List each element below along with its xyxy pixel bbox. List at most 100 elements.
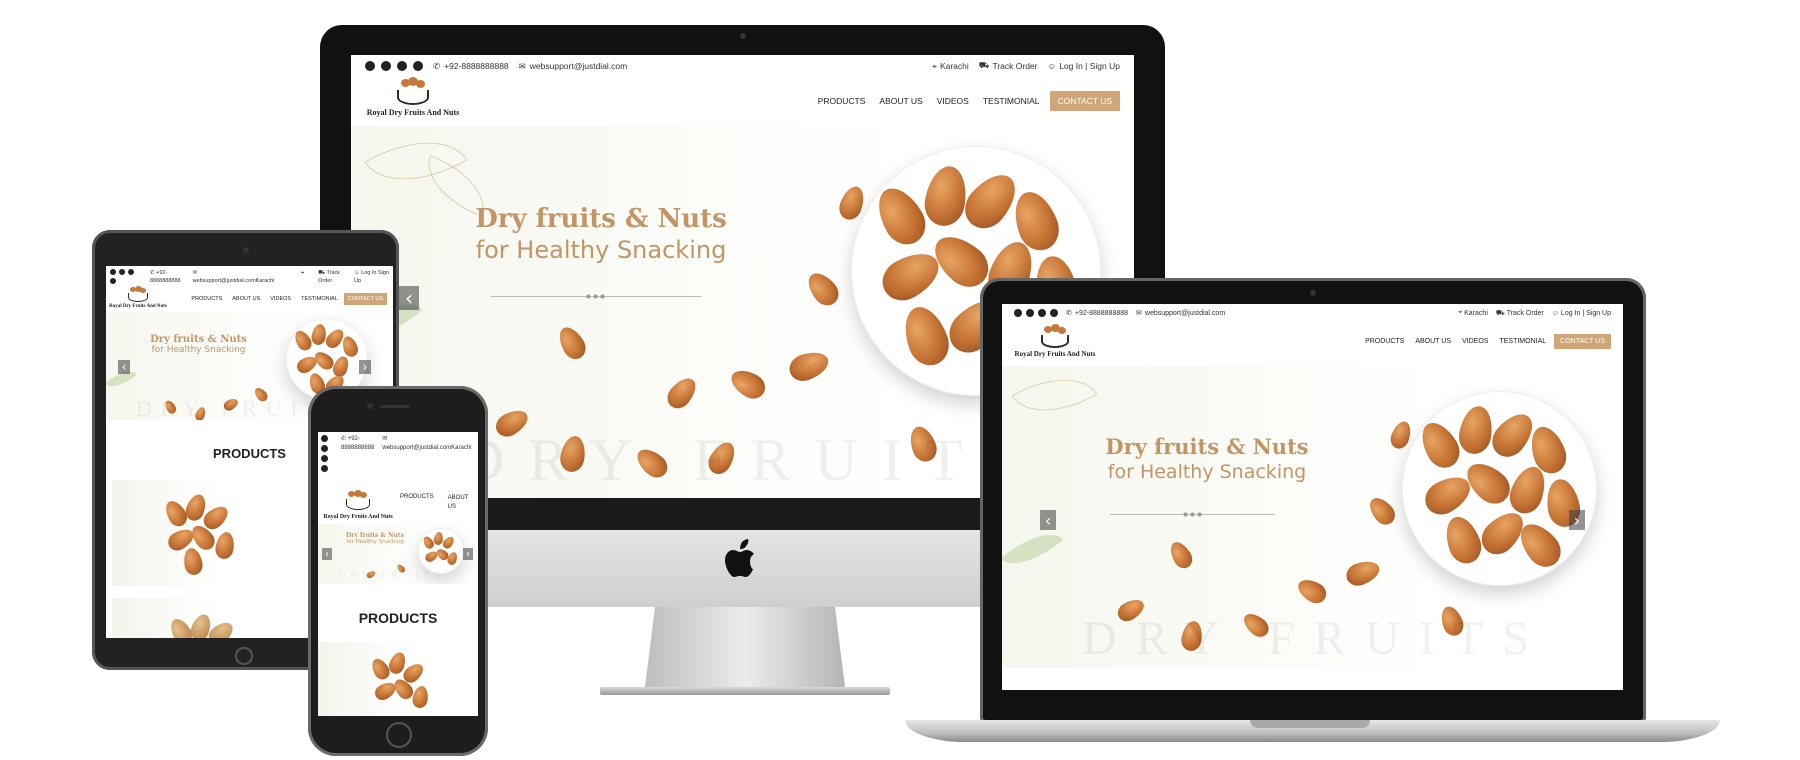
youtube-icon[interactable] bbox=[119, 269, 125, 275]
product-image[interactable] bbox=[112, 480, 287, 586]
almond-decoration bbox=[1294, 574, 1330, 608]
nav-about-us[interactable]: ABOUT US bbox=[448, 494, 469, 512]
truck-icon: ⛟ bbox=[1495, 309, 1505, 317]
nav-products[interactable]: PRODUCTS bbox=[818, 96, 866, 106]
social-icons bbox=[110, 269, 140, 287]
slider-prev-arrow[interactable]: ‹ bbox=[1040, 510, 1056, 530]
user-icon: ☺ bbox=[1551, 309, 1559, 317]
laptop-screen: ✆ +92-8888888888 ✉ websupport@justdial.c… bbox=[1002, 304, 1623, 690]
phone-link[interactable]: ✆ +92- 8888888888 bbox=[150, 269, 181, 285]
track-order-link[interactable]: ⛟ Track Order bbox=[318, 269, 340, 285]
hero-subtitle: for Healthy Snacking bbox=[346, 539, 404, 545]
phone-screen: ✆ +92- 8888888888 ✉ websupport@justdial.… bbox=[318, 432, 478, 716]
hero-subtitle: for Healthy Snacking bbox=[475, 236, 727, 264]
slider-next-arrow[interactable]: › bbox=[359, 360, 371, 374]
contact-us-button[interactable]: CONTACT US bbox=[1554, 334, 1611, 349]
email-link[interactable]: ✉ websupport@justdial.comKarachi bbox=[193, 269, 275, 285]
twitter-icon[interactable] bbox=[110, 278, 116, 284]
top-bar: ✆ +92- 8888888888 ✉ websupport@justdial.… bbox=[106, 266, 393, 286]
truck-icon: ⛟ bbox=[318, 270, 326, 276]
youtube-icon[interactable] bbox=[321, 445, 328, 452]
nav-about-us[interactable]: ABOUT US bbox=[232, 296, 260, 302]
almond-decoration bbox=[785, 346, 833, 386]
hero-subtitle: for Healthy Snacking bbox=[151, 345, 246, 355]
track-text-2: Order bbox=[318, 278, 333, 284]
instagram-icon[interactable] bbox=[128, 269, 134, 275]
social-icons bbox=[365, 61, 433, 71]
almond-decoration bbox=[662, 372, 702, 414]
location-link[interactable]: Karachi bbox=[1464, 310, 1488, 317]
login-text-2: Up bbox=[354, 278, 362, 284]
facebook-icon[interactable] bbox=[1014, 309, 1022, 317]
phone-camera bbox=[367, 403, 373, 409]
instagram-icon[interactable] bbox=[321, 455, 328, 462]
nav-videos[interactable]: VIDEOS bbox=[1462, 338, 1488, 345]
hero-title: Dry fruits & Nuts bbox=[1105, 434, 1309, 459]
user-icon: ☺ bbox=[1047, 61, 1057, 71]
bowl-logo-icon bbox=[346, 490, 370, 510]
almond-bowl-image bbox=[1402, 391, 1597, 586]
brand-name: Royal Dry Fruits And Nuts bbox=[109, 304, 167, 309]
imac-camera bbox=[740, 33, 746, 39]
slider-prev-arrow[interactable]: ‹ bbox=[118, 360, 130, 374]
phone-prefix: +92- bbox=[156, 270, 168, 276]
brand-logo[interactable]: Royal Dry Fruits And Nuts bbox=[1010, 324, 1100, 358]
email-link[interactable]: websupport@justdial.com bbox=[530, 61, 627, 71]
track-order-link[interactable]: Track Order bbox=[1507, 310, 1544, 317]
phone-link[interactable]: +92-8888888888 bbox=[444, 61, 509, 71]
login-link[interactable]: Log In | Sign Up bbox=[1561, 310, 1611, 317]
almond-bowl-image bbox=[418, 528, 464, 574]
twitter-icon[interactable] bbox=[413, 61, 423, 71]
login-text: Log In Sign bbox=[361, 270, 389, 276]
youtube-icon[interactable] bbox=[1026, 309, 1034, 317]
phone-icon: ✆ bbox=[1066, 310, 1072, 317]
nav-products[interactable]: PRODUCTS bbox=[400, 494, 434, 500]
product-image[interactable] bbox=[318, 642, 478, 716]
nav-about-us[interactable]: ABOUT US bbox=[1415, 338, 1451, 345]
imac-stand-foot bbox=[600, 687, 890, 695]
nav-videos[interactable]: VIDEOS bbox=[937, 96, 969, 106]
slider-prev-arrow[interactable]: ‹ bbox=[322, 548, 332, 560]
contact-us-button[interactable]: CONTACT US bbox=[343, 293, 387, 305]
nav-testimonial[interactable]: TESTIMONIAL bbox=[301, 296, 338, 302]
slider-prev-arrow[interactable]: ‹ bbox=[399, 286, 419, 310]
login-link[interactable]: ☺ Log In Sign Up bbox=[354, 269, 389, 285]
twitter-icon[interactable] bbox=[321, 465, 328, 472]
email-link[interactable]: websupport@justdial.com bbox=[1145, 310, 1225, 317]
main-nav: PRODUCTS ABOUT US VIDEOS TESTIMONIAL CON… bbox=[818, 91, 1120, 111]
youtube-icon[interactable] bbox=[381, 61, 391, 71]
nav-videos[interactable]: VIDEOS bbox=[270, 296, 291, 302]
contact-us-button[interactable]: CONTACT US bbox=[1049, 91, 1120, 111]
twitter-icon[interactable] bbox=[1050, 309, 1058, 317]
location-icon: ⌖ bbox=[1458, 309, 1463, 316]
nav-products[interactable]: PRODUCTS bbox=[191, 296, 222, 302]
imac-stand bbox=[645, 607, 845, 687]
nav-testimonial[interactable]: TESTIMONIAL bbox=[983, 96, 1040, 106]
phone-icon: ✆ bbox=[341, 436, 347, 442]
mail-icon: ✉ bbox=[1136, 310, 1142, 317]
slider-next-arrow[interactable]: › bbox=[463, 548, 473, 560]
instagram-icon[interactable] bbox=[1038, 309, 1046, 317]
brand-name: Royal Dry Fruits And Nuts bbox=[366, 108, 460, 117]
product-image[interactable] bbox=[112, 598, 287, 638]
slider-next-arrow[interactable]: › bbox=[1569, 510, 1585, 530]
facebook-icon[interactable] bbox=[321, 435, 328, 442]
brand-logo[interactable]: Royal Dry Fruits And Nuts bbox=[108, 286, 168, 309]
nav-products[interactable]: PRODUCTS bbox=[1365, 338, 1404, 345]
facebook-icon[interactable] bbox=[365, 61, 375, 71]
nav-testimonial[interactable]: TESTIMONIAL bbox=[1499, 338, 1546, 345]
track-order-link[interactable]: Track Order bbox=[992, 61, 1037, 71]
phone-link[interactable]: +92-8888888888 bbox=[1075, 310, 1128, 317]
nav-about-us[interactable]: ABOUT US bbox=[879, 96, 922, 106]
email-text: websupport@justdial.comKarachi bbox=[382, 445, 472, 451]
location-link[interactable]: Karachi bbox=[940, 61, 969, 71]
login-link[interactable]: Log In | Sign Up bbox=[1059, 61, 1120, 71]
nav-about-bottom: US bbox=[447, 504, 457, 510]
social-icons bbox=[321, 435, 331, 472]
phone-link[interactable]: ✆ +92- 8888888888 bbox=[341, 435, 374, 453]
facebook-icon[interactable] bbox=[110, 269, 116, 275]
email-link[interactable]: ✉ websupport@justdial.comKarachi bbox=[382, 435, 471, 453]
instagram-icon[interactable] bbox=[397, 61, 407, 71]
brand-logo[interactable]: Royal Dry Fruits And Nuts bbox=[363, 77, 463, 117]
brand-logo[interactable]: Royal Dry Fruits And Nuts bbox=[320, 490, 396, 520]
